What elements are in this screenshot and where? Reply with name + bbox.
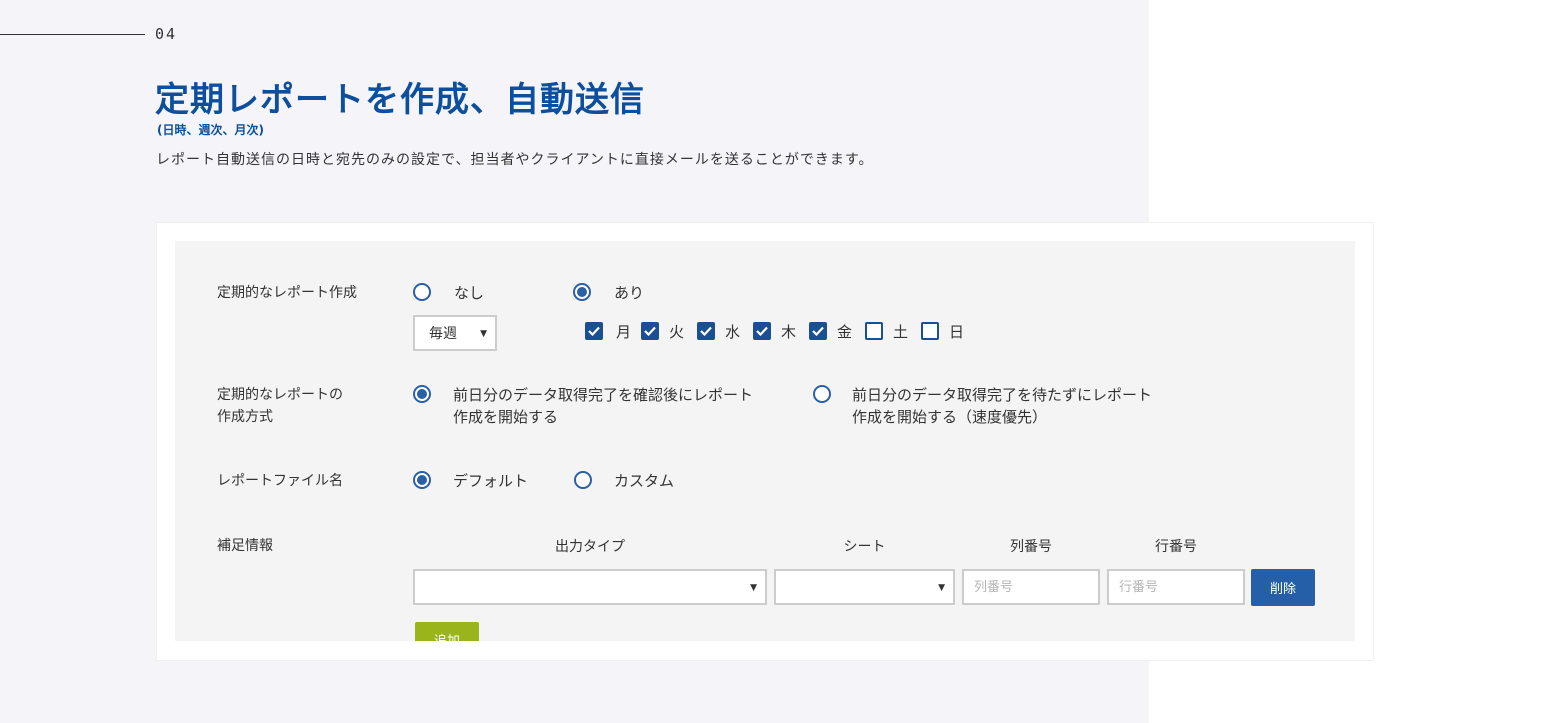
day-label-thu: 木 (781, 323, 797, 341)
day-label-mon: 月 (616, 323, 632, 341)
frequency-select-value: 毎週 (429, 326, 457, 342)
chevron-down-icon: ▼ (750, 583, 757, 593)
checkbox-day-fri[interactable] (809, 322, 827, 340)
periodic-report-label: 定期的なレポート作成 (217, 285, 357, 301)
chevron-down-icon: ▼ (480, 329, 487, 339)
radio-method-fast-circle[interactable] (813, 385, 831, 403)
checkbox-day-tue[interactable] (641, 322, 659, 340)
chevron-down-icon: ▼ (938, 583, 945, 593)
supplementary-label: 補足情報 (217, 538, 273, 554)
radio-method-wait-circle[interactable] (413, 385, 431, 403)
column-header-column-number: 列番号 (1010, 539, 1052, 555)
radio-filename-default-label[interactable]: デフォルト (453, 470, 528, 492)
add-button[interactable]: 追加 (415, 622, 479, 641)
checkbox-day-thu[interactable] (753, 322, 771, 340)
radio-filename-custom-label[interactable]: カスタム (614, 470, 674, 492)
column-header-output-type: 出力タイプ (555, 539, 625, 555)
delete-button[interactable]: 削除 (1251, 569, 1315, 606)
radio-periodic-yes[interactable] (573, 283, 591, 301)
file-name-label: レポートファイル名 (217, 473, 343, 489)
radio-method-wait-label-line2[interactable]: 作成を開始する (453, 406, 558, 428)
radio-method-wait-label-line1[interactable]: 前日分のデータ取得完了を確認後にレポート (453, 384, 753, 406)
column-header-sheet: シート (843, 539, 886, 555)
section-divider-line (0, 34, 145, 35)
radio-periodic-none-circle[interactable] (413, 283, 431, 301)
page-subtitle: (日時、週次、月次) (157, 123, 264, 137)
creation-method-label-line1: 定期的なレポートの (217, 387, 343, 403)
radio-method-fast[interactable] (813, 385, 831, 403)
column-header-row-number: 行番号 (1155, 539, 1197, 555)
radio-periodic-yes-label[interactable]: あり (614, 282, 644, 304)
checkmark-icon (812, 326, 824, 336)
radio-filename-custom[interactable] (574, 471, 592, 489)
column-number-input[interactable] (962, 569, 1100, 605)
checkbox-day-sat[interactable] (865, 322, 883, 340)
radio-filename-default-circle[interactable] (413, 471, 431, 489)
checkbox-day-mon[interactable] (585, 322, 603, 340)
radio-filename-custom-circle[interactable] (574, 471, 592, 489)
radio-method-fast-label-line2[interactable]: 作成を開始する（速度優先） (852, 406, 1047, 428)
day-label-sat: 土 (893, 323, 909, 341)
checkbox-day-sun[interactable] (921, 322, 939, 340)
radio-periodic-none-label[interactable]: なし (454, 282, 484, 304)
page-title: 定期レポートを作成、自動送信 (155, 80, 645, 120)
radio-periodic-none[interactable] (413, 283, 431, 301)
checkmark-icon (700, 326, 712, 336)
day-label-tue: 火 (669, 323, 685, 341)
radio-filename-default[interactable] (413, 471, 431, 489)
day-label-wed: 水 (725, 323, 741, 341)
page-description: レポート自動送信の日時と宛先のみの設定で、担当者やクライアントに直接メールを送る… (156, 152, 874, 168)
day-label-sun: 日 (949, 323, 965, 341)
settings-panel: 定期的なレポート作成 なし あり 毎週 ▼ 月 火 水 木 金 土 日 定期的な… (175, 241, 1355, 641)
frequency-select[interactable]: 毎週 ▼ (413, 315, 497, 351)
checkmark-icon (588, 326, 600, 336)
sheet-select[interactable]: ▼ (774, 569, 955, 605)
radio-method-fast-label-line1[interactable]: 前日分のデータ取得完了を待たずにレポート (852, 384, 1152, 406)
radio-periodic-yes-circle[interactable] (573, 283, 591, 301)
checkmark-icon (756, 326, 768, 336)
section-number: 04 (155, 25, 178, 43)
row-number-input[interactable] (1107, 569, 1245, 605)
page: 04 定期レポートを作成、自動送信 (日時、週次、月次) レポート自動送信の日時… (0, 0, 1544, 723)
checkbox-day-wed[interactable] (697, 322, 715, 340)
checkmark-icon (644, 326, 656, 336)
creation-method-label-line2: 作成方式 (217, 409, 273, 425)
output-type-select[interactable]: ▼ (413, 569, 767, 605)
day-label-fri: 金 (837, 323, 853, 341)
radio-method-wait[interactable] (413, 385, 431, 403)
